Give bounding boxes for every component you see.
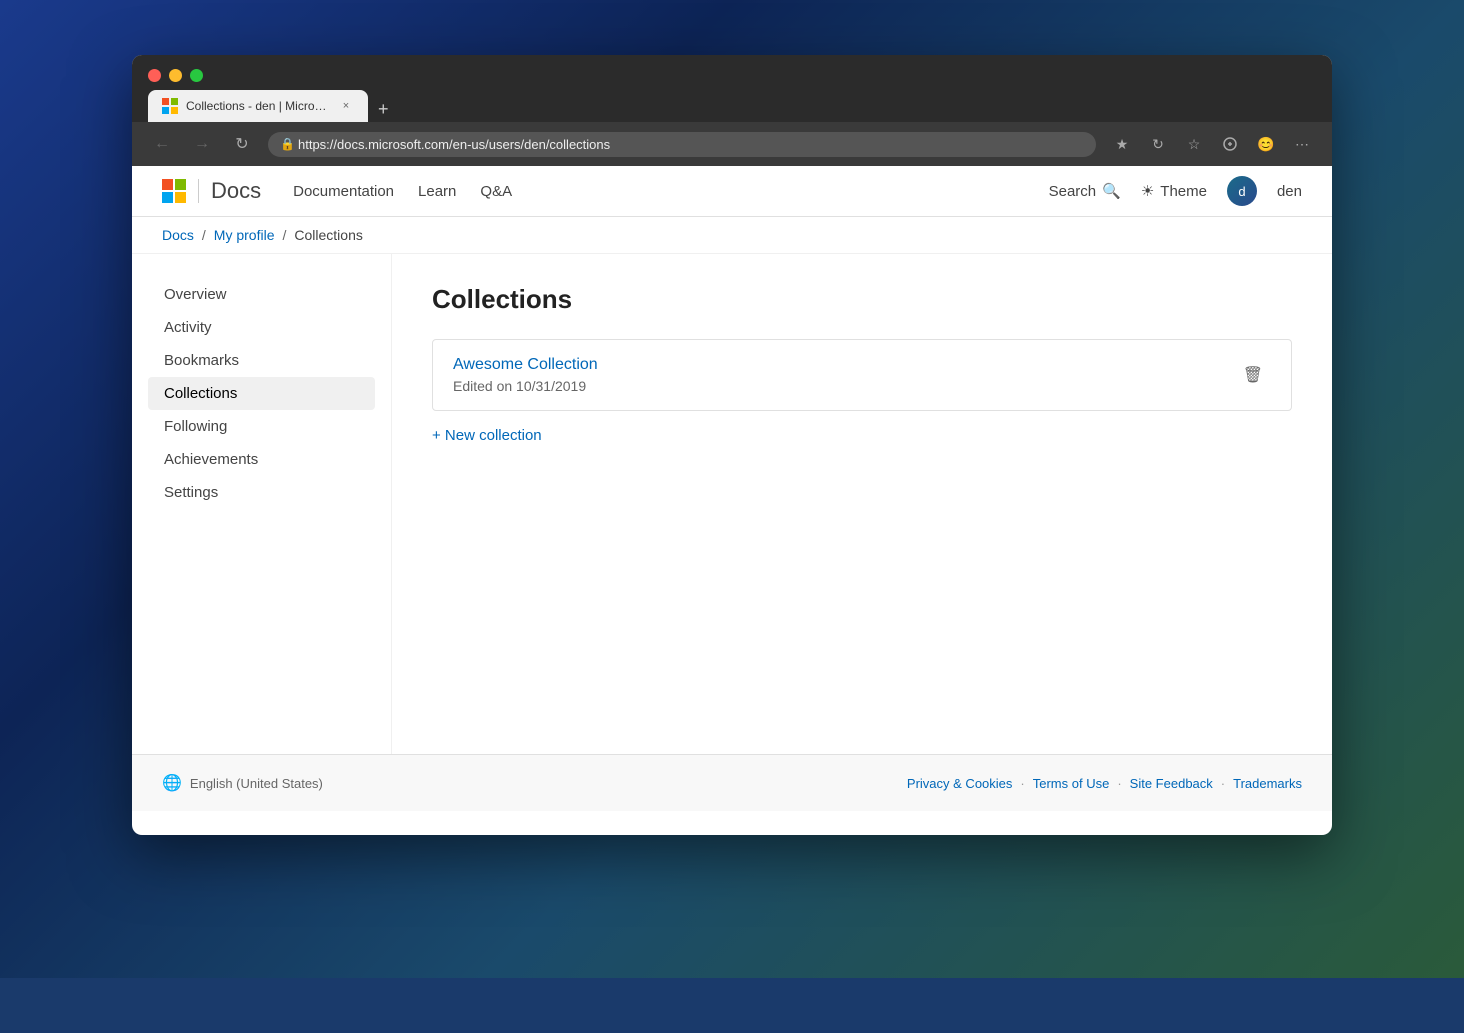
tab-title: Collections - den | Microsoft Do: [186, 99, 330, 113]
user-name[interactable]: den: [1277, 183, 1302, 200]
main-content: Collections Awesome Collection Edited on…: [392, 254, 1332, 754]
breadcrumb-sep-1: /: [202, 227, 206, 243]
sidebar-item-settings-label: Settings: [164, 484, 218, 501]
sidebar-item-achievements-label: Achievements: [164, 451, 258, 468]
docs-brand[interactable]: Docs: [211, 178, 261, 204]
refresh-icon[interactable]: ↻: [1144, 130, 1172, 158]
site-header: Docs Documentation Learn Q&A Search 🔍 ☀ …: [132, 166, 1332, 217]
search-label: Search: [1049, 183, 1097, 200]
new-collection-button[interactable]: + New collection: [432, 427, 542, 444]
main-layout: Overview Activity Bookmarks Collections …: [132, 254, 1332, 754]
nav-documentation[interactable]: Documentation: [293, 183, 394, 200]
collection-card: Awesome Collection Edited on 10/31/2019 …: [432, 339, 1292, 411]
collection-info: Awesome Collection Edited on 10/31/2019: [453, 356, 1235, 394]
collection-name[interactable]: Awesome Collection: [453, 356, 1235, 374]
sidebar-item-bookmarks-label: Bookmarks: [164, 352, 239, 369]
user-initial: d: [1238, 184, 1245, 199]
footer-sep-2: ·: [1117, 776, 1121, 791]
refresh-button[interactable]: ↻: [228, 130, 256, 158]
breadcrumb-myprofile[interactable]: My profile: [214, 227, 275, 243]
page-title: Collections: [432, 284, 1292, 315]
address-input[interactable]: [268, 132, 1096, 157]
collection-date: Edited on 10/31/2019: [453, 378, 1235, 394]
header-right: Search 🔍 ☀ Theme d den: [1049, 176, 1302, 206]
breadcrumb-docs[interactable]: Docs: [162, 227, 194, 243]
sidebar-item-activity[interactable]: Activity: [148, 311, 375, 344]
browser-tab[interactable]: Collections - den | Microsoft Do ×: [148, 90, 368, 122]
extensions-icon[interactable]: [1216, 130, 1244, 158]
maximize-window-button[interactable]: [190, 69, 203, 82]
sidebar-item-following-label: Following: [164, 418, 227, 435]
footer-links: Privacy & Cookies · Terms of Use · Site …: [907, 776, 1302, 791]
footer-locale: 🌐 English (United States): [162, 773, 323, 793]
search-icon: 🔍: [1102, 182, 1121, 200]
forward-button[interactable]: →: [188, 130, 216, 158]
theme-icon: ☀: [1141, 182, 1154, 200]
nav-qa[interactable]: Q&A: [480, 183, 512, 200]
theme-button[interactable]: ☀ Theme: [1141, 182, 1207, 200]
footer-trademarks[interactable]: Trademarks: [1233, 776, 1302, 791]
sidebar-item-settings[interactable]: Settings: [148, 476, 375, 509]
address-bar-wrapper: 🔒: [268, 132, 1096, 157]
site-footer: 🌐 English (United States) Privacy & Cook…: [132, 754, 1332, 811]
footer-terms[interactable]: Terms of Use: [1033, 776, 1110, 791]
minimize-window-button[interactable]: [169, 69, 182, 82]
sidebar-item-bookmarks[interactable]: Bookmarks: [148, 344, 375, 377]
sidebar-item-achievements[interactable]: Achievements: [148, 443, 375, 476]
footer-sep-3: ·: [1221, 776, 1225, 791]
reading-list-icon[interactable]: ☆: [1180, 130, 1208, 158]
user-avatar[interactable]: d: [1227, 176, 1257, 206]
breadcrumb-sep-2: /: [282, 227, 286, 243]
tab-favicon: [162, 98, 178, 114]
sidebar-item-collections[interactable]: Collections: [148, 377, 375, 410]
site-nav: Documentation Learn Q&A: [293, 183, 512, 200]
locale-text: English (United States): [190, 776, 323, 791]
nav-learn[interactable]: Learn: [418, 183, 456, 200]
favorites-icon[interactable]: ★: [1108, 130, 1136, 158]
emoji-icon[interactable]: 😊: [1252, 130, 1280, 158]
sidebar-item-following[interactable]: Following: [148, 410, 375, 443]
delete-collection-button[interactable]: 🗑: [1235, 361, 1271, 389]
breadcrumb-current: Collections: [294, 227, 362, 243]
lock-icon: 🔒: [280, 137, 295, 151]
search-button[interactable]: Search 🔍: [1049, 182, 1121, 200]
sidebar-item-activity-label: Activity: [164, 319, 212, 336]
sidebar-item-overview-label: Overview: [164, 286, 227, 303]
footer-privacy[interactable]: Privacy & Cookies: [907, 776, 1012, 791]
close-window-button[interactable]: [148, 69, 161, 82]
tab-close-button[interactable]: ×: [338, 98, 354, 114]
footer-feedback[interactable]: Site Feedback: [1130, 776, 1213, 791]
logo-divider: [198, 179, 199, 203]
footer-sep-1: ·: [1020, 776, 1024, 791]
breadcrumb: Docs / My profile / Collections: [132, 217, 1332, 254]
sidebar: Overview Activity Bookmarks Collections …: [132, 254, 392, 754]
sidebar-item-collections-label: Collections: [164, 385, 237, 402]
new-tab-button[interactable]: +: [370, 96, 397, 122]
menu-icon[interactable]: ⋯: [1288, 130, 1316, 158]
globe-icon: 🌐: [162, 773, 182, 793]
microsoft-logo: [162, 179, 186, 203]
sidebar-item-overview[interactable]: Overview: [148, 278, 375, 311]
theme-label: Theme: [1160, 183, 1207, 200]
back-button[interactable]: ←: [148, 130, 176, 158]
logo-area: Docs: [162, 178, 261, 204]
